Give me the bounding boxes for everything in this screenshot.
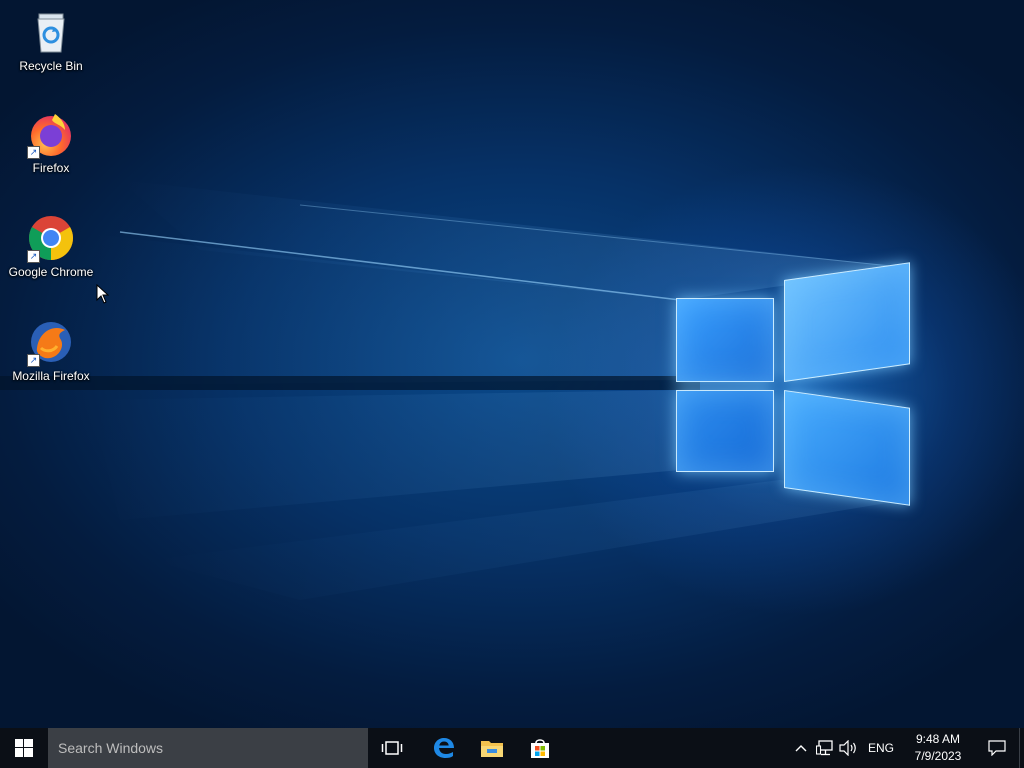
input-language-button[interactable]: ENG [861, 728, 901, 768]
mouse-cursor-icon [96, 284, 110, 304]
recycle-bin-icon [37, 13, 65, 53]
action-center-button[interactable] [975, 728, 1019, 768]
volume-button[interactable] [837, 728, 861, 768]
shortcut-arrow-icon: ↗ [27, 354, 40, 367]
desktop-icon-label: Google Chrome [8, 265, 94, 279]
search-box[interactable] [48, 728, 368, 768]
start-button[interactable] [0, 728, 48, 768]
show-desktop-button[interactable] [1019, 728, 1024, 768]
edge-icon [434, 738, 454, 758]
folder-icon [481, 741, 503, 757]
task-view-icon [381, 741, 403, 755]
desktop-icon-mozilla-firefox[interactable]: ↗ Mozilla Firefox [4, 318, 98, 383]
clock-date: 7/9/2023 [914, 749, 962, 763]
network-button[interactable] [813, 728, 837, 768]
speaker-icon [839, 740, 856, 756]
desktop-icon-recycle-bin[interactable]: Recycle Bin [4, 8, 98, 73]
task-view-button[interactable] [368, 728, 416, 768]
windows-logo-icon [15, 739, 33, 757]
store-icon [531, 739, 549, 758]
desktop-icon-label: Firefox [32, 161, 70, 175]
file-explorer-button[interactable] [468, 728, 516, 768]
desktop-icon-google-chrome[interactable]: ↗ Google Chrome [4, 214, 98, 279]
desktop-icon-label: Recycle Bin [19, 59, 83, 73]
clock-button[interactable]: 9:48 AM 7/9/2023 [901, 728, 975, 768]
network-icon [815, 740, 833, 756]
logo-pane-top-right [784, 262, 910, 382]
logo-pane-bottom-right [784, 390, 910, 506]
shortcut-arrow-icon: ↗ [27, 146, 40, 159]
desktop-icon-firefox[interactable]: ↗ Firefox [4, 110, 98, 175]
search-input[interactable] [56, 739, 360, 757]
desktop[interactable]: Recycle Bin ↗ Firefox ↗ Google Chrome ↗ … [0, 0, 1024, 728]
logo-pane-top-left [676, 298, 774, 382]
chevron-up-icon [795, 745, 807, 752]
system-tray: ENG 9:48 AM 7/9/2023 [789, 728, 1024, 768]
desktop-icon-label: Mozilla Firefox [12, 369, 90, 383]
store-button[interactable] [516, 728, 564, 768]
show-hidden-icons-button[interactable] [789, 728, 813, 768]
clock-time: 9:48 AM [915, 732, 961, 746]
notification-icon [988, 740, 1006, 756]
logo-pane-bottom-left [676, 390, 774, 472]
edge-button[interactable] [420, 728, 468, 768]
taskbar: ENG 9:48 AM 7/9/2023 [0, 728, 1024, 768]
shortcut-arrow-icon: ↗ [27, 250, 40, 263]
